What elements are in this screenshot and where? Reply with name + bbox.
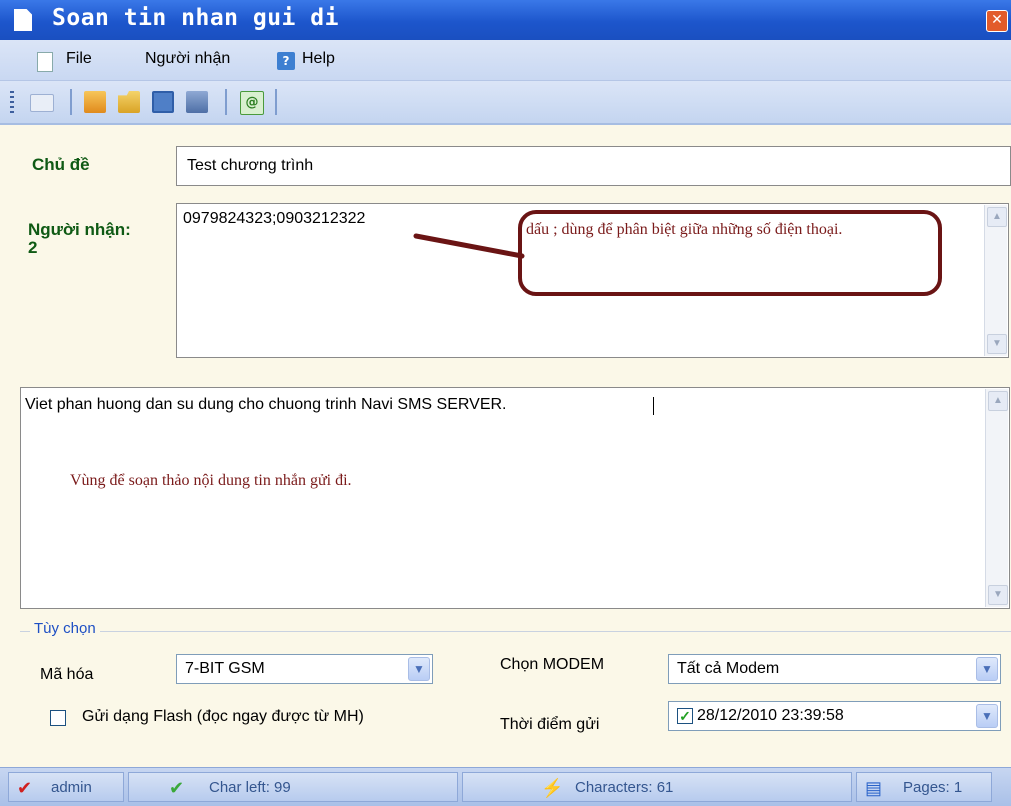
message-body-value: Viet phan huong dan su dung cho chuong t… (25, 396, 507, 413)
status-characters: ⚡ Characters: 61 (462, 772, 852, 802)
status-char-left-text: Char left: 99 (209, 779, 291, 796)
toolbar-separator (225, 89, 227, 115)
send-time-picker[interactable]: ✓ 28/12/2010 23:39:58 ▼ (668, 701, 1001, 731)
subject-label: Chủ đề (32, 155, 90, 174)
status-pages: ▤ Pages: 1 (856, 772, 992, 802)
recipients-annotation: dấu ; dùng để phân biệt giữa những số đi… (526, 221, 843, 238)
save-icon[interactable] (152, 91, 174, 113)
recipients-value: 0979824323;0903212322 (183, 210, 366, 227)
menu-recipients[interactable]: Người nhận (145, 50, 230, 68)
close-icon[interactable]: ✕ (986, 10, 1008, 32)
send-time-value[interactable]: 28/12/2010 23:39:58 (697, 707, 844, 725)
modem-label: Chọn MODEM (500, 656, 605, 673)
document-icon (14, 9, 32, 31)
scroll-up-icon[interactable]: ▲ (987, 207, 1007, 227)
compose-window: Soan tin nhan gui di ✕ File Người nhận ?… (0, 0, 1011, 806)
subject-input[interactable]: Test chương trình (176, 146, 1011, 186)
chevron-down-icon[interactable]: ▼ (976, 657, 998, 681)
encoding-label: Mã hóa (40, 666, 94, 683)
flash-label[interactable]: Gửi dạng Flash (đọc ngay được từ MH) (82, 708, 364, 726)
annotation-arrow (413, 233, 525, 259)
scroll-down-icon[interactable]: ▼ (987, 334, 1007, 354)
open-folder-icon[interactable] (118, 91, 140, 113)
toolbar: @ (0, 81, 1011, 125)
flash-checkbox[interactable] (50, 710, 66, 726)
page-icon: ▤ (865, 778, 883, 798)
file-icon (37, 52, 53, 72)
menu-help[interactable]: Help (302, 50, 335, 68)
recipients-scrollbar[interactable]: ▲ ▼ (984, 205, 1007, 356)
chevron-down-icon[interactable]: ▼ (408, 657, 430, 681)
status-characters-text: Characters: 61 (575, 779, 674, 796)
subject-value: Test chương trình (187, 157, 314, 174)
status-user-text: admin (51, 779, 92, 796)
modem-select[interactable]: Tất cả Modem ▼ (668, 654, 1001, 684)
scroll-down-icon[interactable]: ▼ (988, 585, 1008, 605)
email-icon[interactable]: @ (240, 91, 264, 115)
options-group-title: Tùy chọn (30, 620, 100, 637)
encoding-select[interactable]: 7-BIT GSM ▼ (176, 654, 433, 684)
copy-icon[interactable] (186, 91, 208, 113)
menu-file[interactable]: File (66, 50, 92, 68)
body-annotation: Vùng để soạn thảo nội dung tin nhắn gửi … (70, 472, 352, 489)
help-icon: ? (277, 52, 295, 70)
status-user: ✔ admin (8, 772, 124, 802)
recipients-label: Người nhận: (28, 220, 131, 239)
new-message-icon[interactable] (30, 94, 54, 112)
modem-value: Tất cả Modem (677, 660, 780, 677)
text-cursor (653, 397, 654, 415)
toolbar-grip[interactable] (10, 91, 14, 113)
send-time-checkbox[interactable]: ✓ (677, 708, 693, 724)
options-group: Tùy chọn (20, 620, 1011, 760)
chevron-down-icon[interactable]: ▼ (976, 704, 998, 728)
message-body-input[interactable]: Viet phan huong dan su dung cho chuong t… (20, 387, 1010, 609)
check-icon: ✔ (169, 778, 185, 798)
status-char-left: ✔ Char left: 99 (128, 772, 458, 802)
send-time-label: Thời điểm gửi (500, 716, 600, 733)
toolbar-separator (275, 89, 277, 115)
body-scrollbar[interactable]: ▲ ▼ (985, 389, 1008, 607)
title-bar[interactable]: Soan tin nhan gui di ✕ (0, 0, 1011, 40)
lightning-icon: ⚡ (541, 778, 564, 798)
menu-bar: File Người nhận ? Help (0, 40, 1011, 81)
status-pages-text: Pages: 1 (903, 779, 963, 796)
compose-icon[interactable] (84, 91, 106, 113)
user-check-icon: ✔ (17, 778, 33, 798)
recipients-count: 2 (28, 238, 38, 257)
window-title: Soan tin nhan gui di (52, 5, 339, 31)
scroll-up-icon[interactable]: ▲ (988, 391, 1008, 411)
toolbar-separator (70, 89, 72, 115)
encoding-value: 7-BIT GSM (185, 660, 265, 677)
status-bar: ✔ admin ✔ Char left: 99 ⚡ Characters: 61… (0, 767, 1011, 806)
